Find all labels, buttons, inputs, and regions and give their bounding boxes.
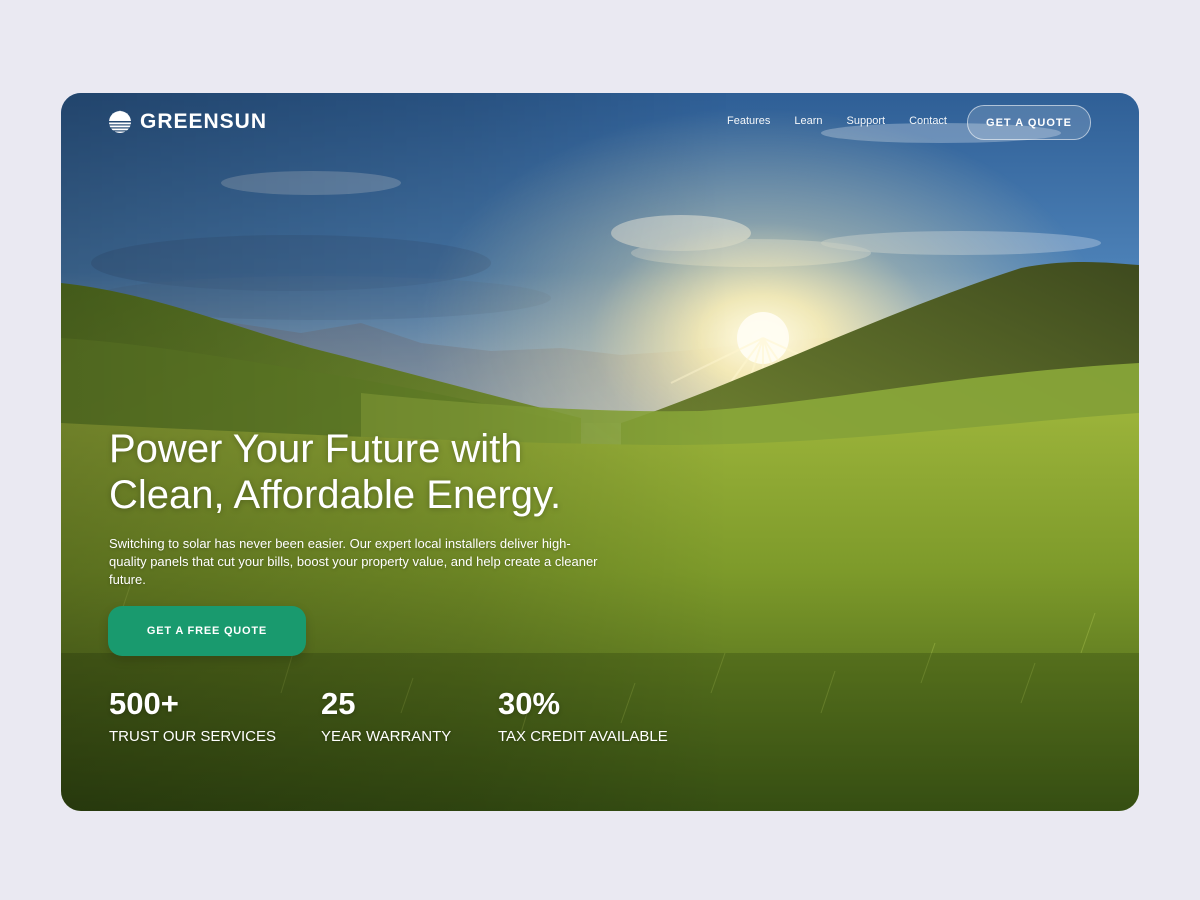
brand-name: GREENSUN [140, 110, 268, 133]
hero-headline-line-2: Clean, Affordable Energy. [109, 473, 562, 517]
nav-link-features[interactable]: Features [727, 115, 770, 127]
top-navigation-bar: GREENSUN Features Learn Support Contact … [61, 93, 1139, 153]
stat-label: TAX CREDIT AVAILABLE [498, 728, 668, 745]
brand-logo[interactable]: GREENSUN [108, 109, 267, 135]
stat-warranty: 25 YEAR WARRANTY [321, 685, 451, 746]
stat-value: 30% [498, 686, 561, 721]
hero-copy: Power Your Future with Clean, Affordable… [109, 426, 669, 589]
stat-customers: 500+ TRUST OUR SERVICES [109, 685, 276, 746]
nav-link-learn[interactable]: Learn [794, 115, 822, 127]
nav-link-contact[interactable]: Contact [909, 115, 947, 127]
sun-stripes-icon [109, 110, 131, 133]
stat-value: 500+ [109, 686, 179, 721]
main-nav: Features Learn Support Contact [727, 115, 947, 127]
get-a-free-quote-button[interactable]: GET A FREE QUOTE [108, 606, 306, 656]
stat-value: 25 [321, 686, 356, 721]
hero-headline: Power Your Future with Clean, Affordable… [109, 426, 669, 518]
nav-link-support[interactable]: Support [847, 115, 886, 127]
stat-label: YEAR WARRANTY [321, 728, 452, 745]
hero-subtext: Switching to solar has never been easier… [109, 536, 598, 587]
stat-tax-credit: 30% TAX CREDIT AVAILABLE [498, 685, 668, 746]
hero-headline-line-1: Power Your Future with [109, 427, 523, 471]
get-a-quote-button[interactable]: GET A QUOTE [967, 105, 1091, 140]
stat-label: TRUST OUR SERVICES [109, 728, 276, 745]
hero-card: GREENSUN Features Learn Support Contact … [61, 93, 1139, 811]
